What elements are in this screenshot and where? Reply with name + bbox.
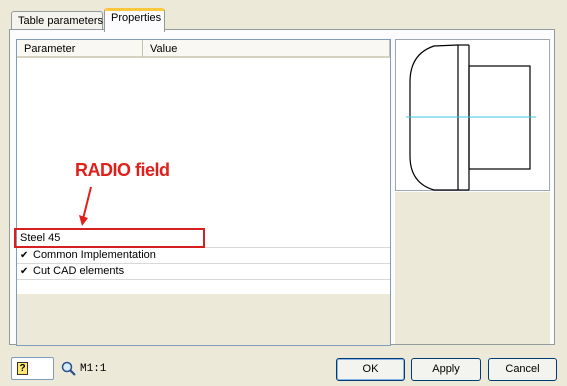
cancel-button[interactable]: Cancel [488,358,557,381]
check-row-common-implementation[interactable]: ✔ Common Implementation [17,248,390,264]
ok-button[interactable]: OK [336,358,405,381]
preview-empty-area [395,192,550,344]
magnifier-icon [61,361,76,376]
part-drawing [406,44,536,191]
part-preview [395,39,550,191]
tab-table-parameters-label: Table parameters [18,15,103,27]
tab-properties[interactable]: Properties [104,8,165,32]
list-header: Parameter Value [17,40,390,58]
parameter-list[interactable]: Parameter Value Steel 45 ✔ Common Impleme… [16,39,391,346]
check-row-cut-cad-elements[interactable]: ✔ Cut CAD elements [17,264,390,280]
check-label-cut-cad-elements: Cut CAD elements [33,265,125,277]
tab-properties-label: Properties [111,12,162,24]
zoom-scale-label: M1:1 [80,362,107,375]
column-header-parameter[interactable]: Parameter [17,40,143,58]
annotation-arrow-icon [79,186,92,226]
column-header-value[interactable]: Value [143,40,390,58]
check-label-common-implementation: Common Implementation [33,249,156,261]
annotation-highlight-box [14,228,205,248]
zoom-indicator[interactable]: M1:1 [61,361,106,376]
annotation-label: RADIO field [75,160,170,180]
checkmark-icon[interactable]: ✔ [20,264,31,279]
help-button[interactable]: ? [11,357,54,380]
list-empty-area [17,294,390,345]
tab-table-parameters[interactable]: Table parameters [11,11,103,30]
checkmark-icon[interactable]: ✔ [20,248,31,263]
help-icon: ? [17,362,28,375]
properties-dialog: Table parameters Properties Parameter Va… [0,0,567,386]
apply-button[interactable]: Apply [411,358,481,381]
